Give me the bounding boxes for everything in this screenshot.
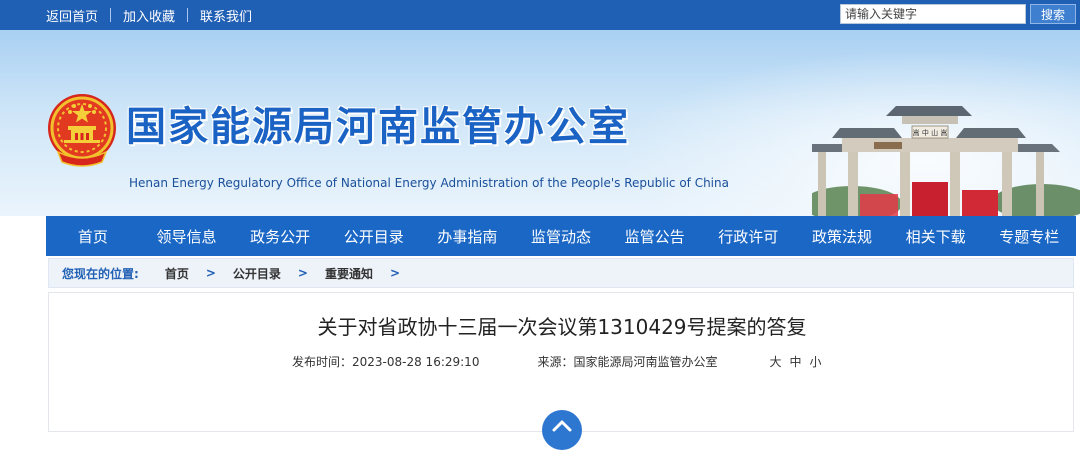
site-title: 国家能源局河南监管办公室 <box>126 104 630 150</box>
nav-leadership[interactable]: 领导信息 <box>140 216 234 256</box>
nav-policies-regulations[interactable]: 政策法规 <box>795 216 889 256</box>
search-button[interactable]: 搜索 <box>1030 4 1076 24</box>
divider <box>187 8 189 22</box>
nav-home[interactable]: 首页 <box>46 216 140 256</box>
publish-time: 发布时间：2023-08-28 16:29:10 <box>292 355 480 369</box>
nav-regulatory-notices[interactable]: 监管公告 <box>608 216 702 256</box>
font-size-large-button[interactable]: 大 <box>769 353 781 370</box>
contact-us-link[interactable]: 联系我们 <box>200 6 252 25</box>
article-source: 来源：国家能源局河南监管办公室 <box>537 355 718 369</box>
nav-government-affairs[interactable]: 政务公开 <box>233 216 327 256</box>
font-size-medium-button[interactable]: 中 <box>789 353 801 370</box>
scroll-to-top-button[interactable] <box>542 410 582 450</box>
memorial-gate-image: 嵩 中 山 嵩 <box>812 106 1080 216</box>
article-title: 关于对省政协十三届一次会议第1310429号提案的答复 <box>317 315 807 339</box>
font-size-small-button[interactable]: 小 <box>810 353 822 370</box>
article-meta: 发布时间：2023-08-28 16:29:10 来源：国家能源局河南监管办公室… <box>292 353 822 370</box>
nav-regulatory-news[interactable]: 监管动态 <box>514 216 608 256</box>
chevron-up-icon <box>552 420 572 432</box>
nav-service-guide[interactable]: 办事指南 <box>421 216 515 256</box>
divider <box>110 8 112 22</box>
add-favorite-link[interactable]: 加入收藏 <box>123 6 175 25</box>
search-input[interactable] <box>840 4 1026 24</box>
home-link[interactable]: 返回首页 <box>46 6 98 25</box>
site-banner: 国家能源局河南监管办公室 Henan Energy Regulatory Off… <box>0 30 1080 216</box>
breadcrumb-important-notices[interactable]: 重要通知 <box>325 265 373 282</box>
gate-plaque: 嵩 中 山 嵩 <box>913 128 948 137</box>
breadcrumb-separator: > <box>205 266 216 280</box>
main-nav: 首页 领导信息 政务公开 公开目录 办事指南 监管动态 监管公告 行政许可 政策… <box>46 216 1076 256</box>
nav-public-catalog[interactable]: 公开目录 <box>327 216 421 256</box>
breadcrumb: 您现在的位置: 首页 > 公开目录 > 重要通知 > <box>48 258 1074 288</box>
breadcrumb-home[interactable]: 首页 <box>165 265 189 282</box>
top-links: 返回首页 加入收藏 联系我们 <box>46 0 252 30</box>
breadcrumb-lead: 您现在的位置: <box>62 266 139 281</box>
breadcrumb-public-catalog[interactable]: 公开目录 <box>233 265 281 282</box>
nav-administrative-licensing[interactable]: 行政许可 <box>701 216 795 256</box>
breadcrumb-separator: > <box>389 266 401 280</box>
site-subtitle: Henan Energy Regulatory Office of Nation… <box>129 176 729 190</box>
breadcrumb-separator: > <box>297 266 308 280</box>
nav-downloads[interactable]: 相关下载 <box>889 216 983 256</box>
nav-special-topics[interactable]: 专题专栏 <box>982 216 1076 256</box>
article-card: 关于对省政协十三届一次会议第1310429号提案的答复 发布时间：2023-08… <box>48 292 1074 450</box>
top-utility-bar: 返回首页 加入收藏 联系我们 搜索 <box>0 0 1080 30</box>
font-size-switcher: 大 中 小 <box>769 353 821 370</box>
national-emblem-icon[interactable] <box>44 90 120 170</box>
